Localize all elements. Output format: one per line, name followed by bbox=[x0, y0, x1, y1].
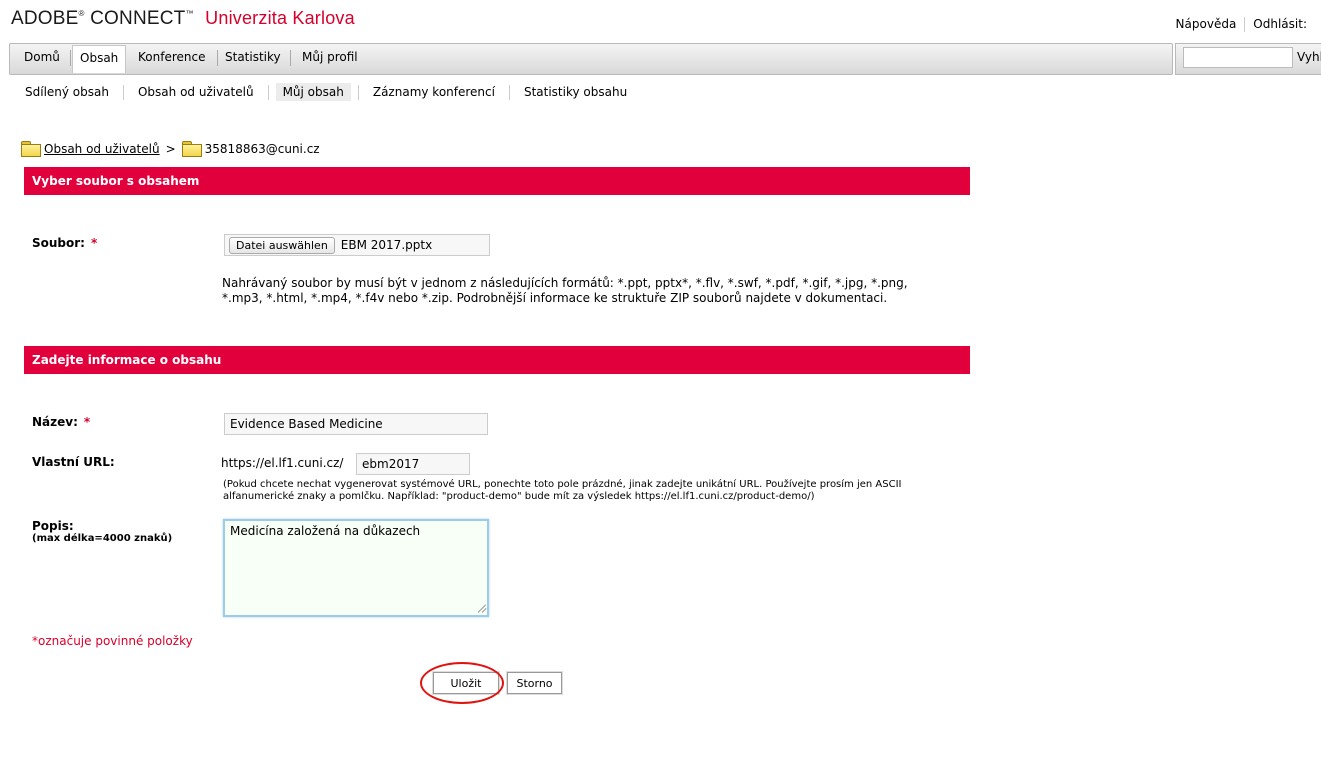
nav-divider bbox=[70, 50, 71, 66]
logout-link[interactable]: Odhlásit: bbox=[1245, 17, 1315, 32]
file-help-line: *.mp3, *.html, *.mp4, *.f4v nebo *.zip. … bbox=[222, 291, 888, 305]
file-label: Soubor: * bbox=[32, 236, 97, 250]
subnav-divider bbox=[357, 84, 359, 100]
name-label-text: Název: bbox=[32, 415, 78, 429]
resize-grip-icon[interactable] bbox=[478, 604, 487, 613]
subnav-shared-content[interactable]: Sdílený obsah bbox=[18, 83, 116, 101]
selected-file-name: EBM 2017.pptx bbox=[340, 238, 433, 252]
brand-logo: ADOBE® CONNECT™ Univerzita Karlova bbox=[11, 8, 355, 30]
custom-url-input[interactable] bbox=[356, 453, 470, 475]
subnav-divider bbox=[508, 84, 510, 100]
url-prefix: https://el.lf1.cuni.cz/ bbox=[221, 456, 344, 470]
brand-reg-mark: ® bbox=[78, 9, 85, 18]
subnav-divider bbox=[122, 84, 124, 100]
nav-divider bbox=[290, 50, 291, 66]
tab-home[interactable]: Domů bbox=[24, 50, 60, 64]
name-label: Název: * bbox=[32, 415, 90, 429]
search-input[interactable] bbox=[1183, 47, 1293, 68]
custom-url-help: (Pokud chcete nechat vygenerovat systémo… bbox=[223, 479, 902, 503]
section-header-content-info: Zadejte informace o obsahu bbox=[24, 346, 970, 374]
search-bar: Vyhl bbox=[1175, 43, 1321, 75]
sub-nav: Sdílený obsah Obsah od uživatelů Můj obs… bbox=[18, 82, 634, 102]
folder-icon bbox=[181, 141, 202, 157]
main-nav: Domů Obsah Konference Statistiky Můj pro… bbox=[9, 43, 1173, 75]
breadcrumb-current: 35818863@cuni.cz bbox=[204, 141, 320, 156]
name-input[interactable] bbox=[224, 413, 488, 435]
org-name: Univerzita Karlova bbox=[205, 8, 355, 28]
file-format-help: Nahrávaný soubor by musí být v jednom z … bbox=[222, 276, 908, 306]
subnav-my-content[interactable]: Můj obsah bbox=[275, 83, 351, 101]
brand-adobe: ADOBE bbox=[11, 8, 79, 29]
file-label-text: Soubor: bbox=[32, 236, 85, 250]
subnav-recordings[interactable]: Záznamy konferencí bbox=[366, 83, 502, 101]
tab-statistics[interactable]: Statistiky bbox=[225, 50, 281, 64]
custom-url-label: Vlastní URL: bbox=[32, 455, 115, 469]
breadcrumb-separator: > bbox=[165, 141, 176, 156]
nav-divider bbox=[217, 50, 218, 66]
choose-file-button[interactable]: Datei auswählen bbox=[229, 236, 335, 254]
subnav-content-stats[interactable]: Statistiky obsahu bbox=[517, 83, 634, 101]
brand-connect: CONNECT bbox=[90, 8, 186, 29]
folder-icon bbox=[21, 141, 41, 157]
description-label: Popis: bbox=[32, 519, 74, 533]
url-help-line: (Pokud chcete nechat vygenerovat systémo… bbox=[223, 479, 902, 490]
breadcrumb: Obsah od uživatelů > 35818863@cuni.cz bbox=[21, 141, 320, 157]
help-link[interactable]: Nápověda bbox=[1168, 17, 1245, 32]
breadcrumb-parent-link[interactable]: Obsah od uživatelů bbox=[44, 142, 160, 156]
required-fields-note: *označuje povinné položky bbox=[32, 634, 193, 648]
required-mark: * bbox=[90, 236, 98, 250]
url-help-line: alfanumerické znaky a pomlčku. Například… bbox=[223, 491, 815, 502]
required-mark: * bbox=[83, 415, 91, 429]
subnav-user-content[interactable]: Obsah od uživatelů bbox=[131, 83, 261, 101]
save-button[interactable]: Uložit bbox=[433, 672, 499, 694]
top-links: Nápověda Odhlásit: bbox=[1168, 17, 1315, 32]
description-max-length: (max délka=4000 znaků) bbox=[32, 533, 173, 544]
brand-tm-mark: ™ bbox=[185, 9, 194, 18]
section-header-select-file: Vyber soubor s obsahem bbox=[24, 167, 970, 195]
search-button[interactable]: Vyhl bbox=[1297, 50, 1321, 64]
tab-my-profile[interactable]: Můj profil bbox=[302, 50, 358, 64]
cancel-button[interactable]: Storno bbox=[507, 672, 562, 694]
subnav-divider bbox=[267, 84, 269, 100]
description-textarea[interactable]: Medicína založená na důkazech bbox=[223, 519, 489, 617]
tab-conferences[interactable]: Konference bbox=[138, 50, 205, 64]
tab-content[interactable]: Obsah bbox=[72, 45, 127, 73]
file-help-line: Nahrávaný soubor by musí být v jednom z … bbox=[222, 276, 908, 290]
file-input[interactable]: Datei auswählen EBM 2017.pptx bbox=[224, 234, 490, 256]
